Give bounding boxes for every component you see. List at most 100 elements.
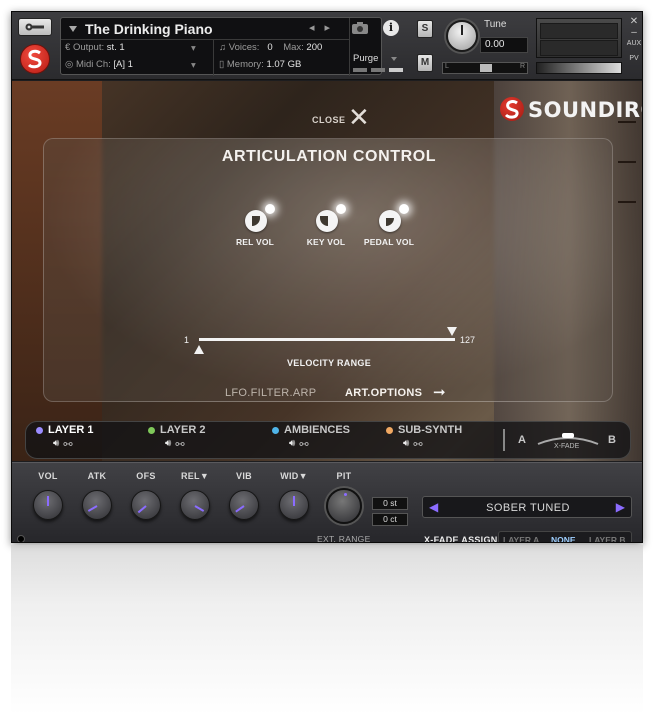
art-options-tab[interactable]: ART.OPTIONS: [345, 387, 422, 399]
pan-right-label: R: [519, 63, 525, 70]
midi-row[interactable]: ◎ Midi Ch: [A] 1: [65, 59, 133, 70]
close-icon[interactable]: ✕: [348, 105, 370, 131]
sub-synth-color-dot: [386, 426, 393, 434]
xfade-assign-none[interactable]: NONE: [551, 535, 576, 542]
close-instrument-icon[interactable]: ✕: [626, 16, 642, 27]
volume-slider[interactable]: [536, 62, 622, 74]
speaker-icon[interactable]: 🔊︎: [165, 438, 171, 451]
tune-knob[interactable]: [446, 20, 478, 52]
xfade-slider[interactable]: [534, 428, 602, 456]
key-vol-label: KEY VOL: [306, 237, 346, 247]
ofs-knob[interactable]: [131, 490, 161, 520]
preset-next-icon[interactable]: ▶: [616, 500, 625, 514]
mute-button[interactable]: M: [417, 54, 433, 72]
velocity-max-value: 127: [460, 335, 476, 345]
tune-label: Tune: [484, 19, 507, 30]
close-label[interactable]: CLOSE: [312, 115, 346, 125]
wid-label[interactable]: WID▼: [274, 471, 314, 481]
output-icon: €: [65, 42, 73, 53]
rel-vol-label: REL VOL: [235, 237, 275, 247]
link-icon[interactable]: ⚯: [175, 438, 184, 451]
pan-slider-handle[interactable]: [480, 64, 492, 72]
max-value[interactable]: 200: [306, 42, 322, 53]
rel-knob[interactable]: [180, 490, 210, 520]
panel-title: ARTICULATION CONTROL: [221, 148, 437, 165]
sub-synth-tab[interactable]: SUB-SYNTH 🔊︎ ⚯: [386, 424, 462, 451]
velocity-high-handle[interactable]: [447, 327, 457, 336]
instrument-nav-arrows[interactable]: ◂▸: [309, 21, 340, 34]
xfade-a-label: A: [518, 434, 526, 446]
output-dropdown-chevron-icon[interactable]: ▾: [191, 43, 196, 54]
pedal-vol-label: PEDAL VOL: [363, 237, 415, 247]
info-icon[interactable]: i: [383, 20, 399, 36]
soundiron-brand-logo-icon: [500, 97, 524, 121]
rel-vol-knob[interactable]: [241, 204, 275, 232]
atk-knob[interactable]: [82, 490, 112, 520]
rel-label[interactable]: REL▼: [175, 471, 215, 481]
tune-value[interactable]: 0.00: [480, 37, 528, 53]
pit-label: PIT: [336, 471, 352, 481]
ambiences-color-dot: [272, 426, 279, 434]
vib-control: VIB: [224, 471, 264, 520]
rel-control: REL▼: [175, 471, 215, 520]
xfade-assign-layer-b[interactable]: LAYER B: [589, 535, 626, 542]
purge-options-bars[interactable]: [353, 68, 403, 72]
pedal-vol-control: PEDAL VOL: [354, 204, 424, 247]
window-reflection: [11, 545, 643, 715]
corner-dot: [17, 535, 25, 542]
instrument-background-scene: CLOSE ✕ SOUNDIRON ARTICULATION CONTROL R…: [12, 81, 642, 461]
speaker-icon[interactable]: 🔊︎: [53, 438, 59, 451]
ambiences-label: AMBIENCES: [284, 424, 351, 436]
soundiron-logo-icon: [20, 44, 50, 74]
layer-2-tab[interactable]: LAYER 2 🔊︎ ⚯: [148, 424, 205, 451]
aux-button[interactable]: AUX: [626, 38, 642, 49]
speaker-icon[interactable]: 🔊︎: [403, 438, 409, 451]
vol-knob[interactable]: [33, 490, 63, 520]
xfade-assign-selector: LAYER A NONE LAYER B: [498, 531, 632, 542]
velocity-range-slider[interactable]: [199, 338, 455, 341]
layer-bar: LAYER 1 🔊︎ ⚯ LAYER 2 🔊︎ ⚯ AMBIENCES 🔊︎ ⚯ SU…: [25, 421, 631, 459]
layer-bar-divider: [503, 429, 505, 451]
xfade-label: X-FADE: [554, 443, 580, 450]
ext-range-button[interactable]: EXT. RANGE: [317, 534, 371, 542]
midi-value: [A] 1: [113, 59, 133, 70]
layer-1-tab[interactable]: LAYER 1 🔊︎ ⚯: [36, 424, 93, 451]
link-icon[interactable]: ⚯: [299, 438, 308, 451]
xfade-assign-layer-a[interactable]: LAYER A: [503, 535, 539, 542]
pit-knob[interactable]: [326, 488, 362, 524]
memory-value: 1.07 GB: [266, 59, 302, 70]
midi-label: Midi Ch:: [75, 59, 111, 70]
lfo-filter-arp-tab[interactable]: LFO.FILTER.ARP: [225, 387, 316, 399]
pit-semitones-value[interactable]: 0 st: [372, 497, 408, 510]
pan-slider[interactable]: L R: [442, 62, 528, 74]
wrench-icon: [25, 23, 44, 31]
midi-dropdown-chevron-icon[interactable]: ▾: [191, 60, 196, 71]
pedal-vol-knob[interactable]: [375, 204, 409, 232]
arrow-right-icon[interactable]: ➞: [433, 383, 446, 401]
link-icon[interactable]: ⚯: [63, 438, 72, 451]
ambiences-tab[interactable]: AMBIENCES 🔊︎ ⚯: [272, 424, 350, 451]
key-vol-knob[interactable]: [312, 204, 346, 232]
xfade-assign-label: X-FADE ASSIGN: [424, 535, 498, 543]
minimize-icon[interactable]: –: [626, 27, 642, 38]
vib-knob[interactable]: [229, 490, 259, 520]
camera-icon[interactable]: [351, 21, 369, 35]
velocity-range-label: VELOCITY RANGE: [286, 358, 372, 368]
wid-knob[interactable]: [279, 490, 309, 520]
voices-label: Voices:: [228, 42, 260, 53]
output-row[interactable]: € Output: st. 1: [65, 42, 125, 53]
velocity-low-handle[interactable]: [194, 345, 204, 354]
brand-name: SOUNDIRON: [528, 98, 642, 122]
layer-1-label: LAYER 1: [48, 424, 94, 436]
pit-cents-value[interactable]: 0 ct: [372, 513, 408, 526]
preset-selector[interactable]: ◀ SOBER TUNED ▶: [422, 496, 632, 518]
pv-button[interactable]: PV: [626, 53, 642, 64]
purge-dropdown[interactable]: Purge: [353, 53, 378, 64]
wrench-button[interactable]: [18, 18, 52, 36]
instrument-menu-chevron-icon[interactable]: [69, 26, 77, 32]
speaker-icon[interactable]: 🔊︎: [289, 438, 295, 451]
solo-button[interactable]: S: [417, 20, 433, 38]
purge-chevron-icon[interactable]: [391, 57, 397, 61]
link-icon[interactable]: ⚯: [413, 438, 422, 451]
pan-left-label: L: [445, 63, 449, 70]
